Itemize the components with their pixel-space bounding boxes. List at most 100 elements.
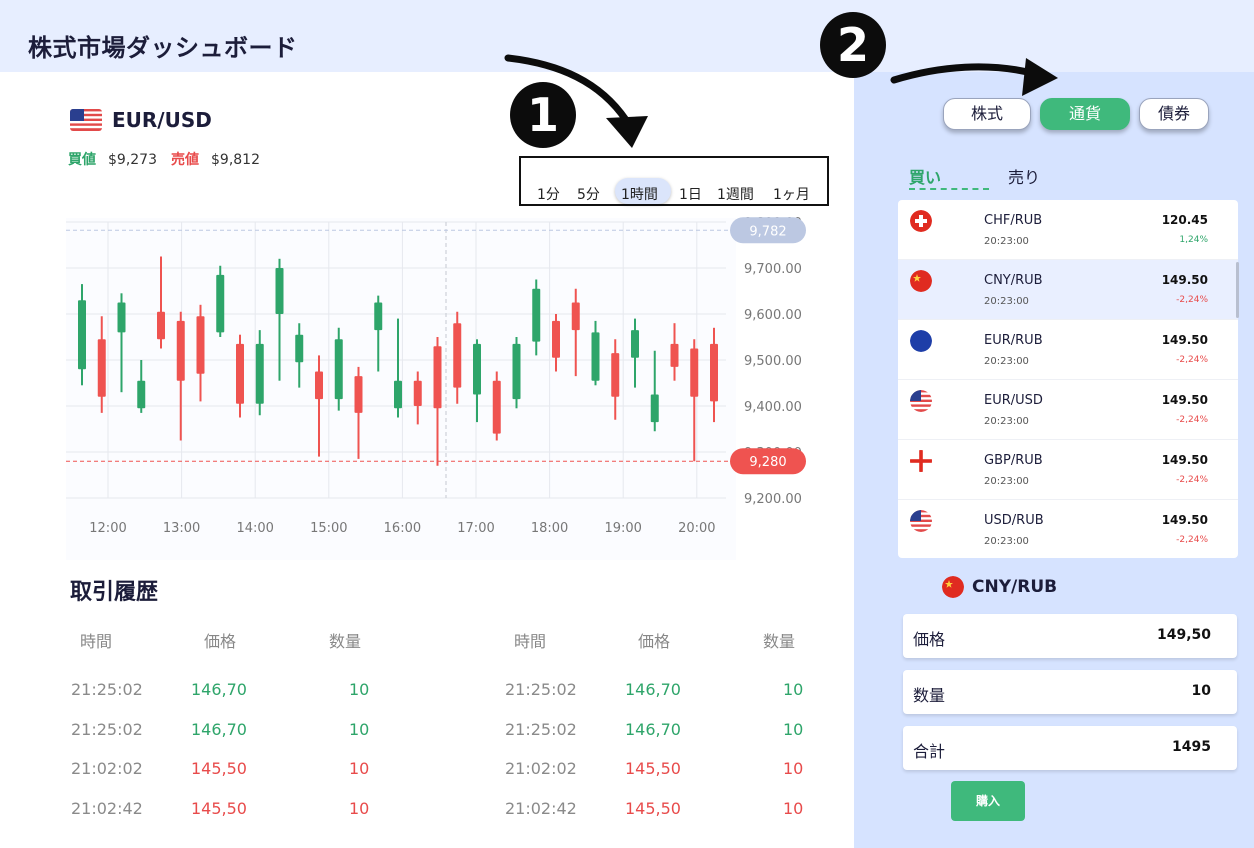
current-price-label: 9,280 <box>749 455 786 470</box>
quantity-field[interactable]: 数量 10 <box>903 670 1237 714</box>
trade-price: 145,50 <box>625 798 681 818</box>
pair-change: -2,24% <box>1176 475 1208 485</box>
pair-row-gbp-rub[interactable]: GBP/RUB 20:23:00 149.50 -2,24% <box>898 440 1238 500</box>
candle-body <box>97 339 106 397</box>
pair-row-usd-rub[interactable]: USD/RUB 20:23:00 149.50 -2,24% <box>898 500 1238 558</box>
tab-buy[interactable]: 買い <box>909 164 941 188</box>
col-price: 価格 <box>204 632 237 651</box>
trade-time: 21:25:02 <box>505 719 577 739</box>
arrow-2-head-icon <box>1022 58 1058 96</box>
trade-row: 21:02:42 145,50 10 <box>505 799 845 819</box>
pair-change: -2,24% <box>1176 355 1208 365</box>
pair-price: 149.50 <box>1161 333 1208 347</box>
pair-price: 149.50 <box>1161 273 1208 287</box>
x-tick-label: 15:00 <box>310 521 347 536</box>
arrow-1-icon <box>504 54 630 124</box>
candle-body <box>631 330 639 358</box>
pair-time: 20:23:00 <box>984 416 1029 427</box>
col-qty: 数量 <box>763 632 796 651</box>
candle-body <box>532 288 541 342</box>
trade-price: 146,70 <box>191 680 247 699</box>
y-tick-label: 9,600.00 <box>744 308 802 323</box>
pair-list-scrollbar[interactable] <box>1236 262 1239 318</box>
trade-row: 21:25:02 146,70 10 <box>505 720 845 740</box>
candle-body <box>650 394 659 423</box>
price-chart[interactable]: 9,800.009,700.009,600.009,500.009,400.00… <box>0 200 854 560</box>
candle-body <box>315 371 323 400</box>
swiss-flag-icon <box>910 210 932 232</box>
x-tick-label: 17:00 <box>457 521 494 536</box>
trade-price: 146,70 <box>625 680 681 699</box>
trade-qty: 10 <box>783 719 804 739</box>
pair-price: 120.45 <box>1161 213 1208 227</box>
candle-body <box>236 343 244 404</box>
buy-button[interactable]: 購入 <box>951 781 1025 821</box>
trade-row: 21:02:42 145,50 10 <box>71 799 411 819</box>
trade-history-title: 取引履歴 <box>70 580 159 605</box>
trade-qty: 10 <box>783 759 804 778</box>
price-field[interactable]: 価格 149,50 <box>903 614 1237 658</box>
candle-body <box>196 316 205 374</box>
pair-change: -2,24% <box>1176 415 1208 425</box>
trade-qty: 10 <box>783 680 804 699</box>
china-flag-icon <box>942 576 964 598</box>
col-price: 価格 <box>638 632 671 651</box>
x-tick-label: 13:00 <box>163 521 200 536</box>
x-tick-label: 18:00 <box>531 521 568 536</box>
total-field: 合計 1495 <box>903 726 1237 770</box>
pair-change: -2,24% <box>1176 535 1208 545</box>
pair-price: 149.50 <box>1161 513 1208 527</box>
trade-row: 21:02:02 145,50 10 <box>505 759 845 779</box>
trade-price: 145,50 <box>191 798 247 818</box>
arrow-2-icon <box>890 63 1040 84</box>
candle-body <box>670 343 679 367</box>
quantity-value[interactable]: 10 <box>1192 683 1211 699</box>
pair-name: USD/RUB <box>984 513 1044 528</box>
trade-rows-right: 21:25:02 146,70 10 21:25:02 146,70 10 21:02:02… <box>505 680 845 830</box>
candle-body <box>275 268 284 314</box>
currency-pair-list[interactable]: CHF/RUB 20:23:00 120.45 1,24% CNY/RUB 20:23:0… <box>898 200 1238 558</box>
y-tick-label: 9,500.00 <box>744 354 802 369</box>
tab-currencies[interactable]: 通貨 <box>1040 98 1130 130</box>
pair-price: 149.50 <box>1161 453 1208 467</box>
pair-row-eur-rub[interactable]: EUR/RUB 20:23:00 149.50 -2,24% <box>898 320 1238 380</box>
pair-row-chf-rub[interactable]: CHF/RUB 20:23:00 120.45 1,24% <box>898 200 1238 260</box>
pair-time: 20:23:00 <box>984 236 1029 247</box>
trade-price: 146,70 <box>191 719 247 739</box>
price-value[interactable]: 149,50 <box>1157 627 1211 643</box>
candle-body <box>78 300 86 370</box>
trade-rows-left: 21:25:02 146,70 10 21:25:02 146,70 10 21:02:02… <box>71 680 411 830</box>
quantity-label: 数量 <box>913 686 946 705</box>
trade-time: 21:02:42 <box>71 798 143 818</box>
candle-body <box>137 380 146 409</box>
candle-body <box>117 302 126 333</box>
pair-time: 20:23:00 <box>984 536 1029 547</box>
total-label: 合計 <box>913 742 946 761</box>
trade-time: 21:25:02 <box>71 719 143 739</box>
x-tick-label: 19:00 <box>604 521 641 536</box>
china-flag-icon <box>910 270 932 292</box>
trade-price: 145,50 <box>625 759 681 778</box>
tab-sell[interactable]: 売り <box>1008 164 1040 188</box>
high-price-label: 9,782 <box>749 224 786 239</box>
candle-body <box>453 323 462 388</box>
pair-row-cny-rub[interactable]: CNY/RUB 20:23:00 149.50 -2,24% <box>898 260 1238 320</box>
pair-row-eur-usd[interactable]: EUR/USD 20:23:00 149.50 -2,24% <box>898 380 1238 440</box>
candle-body <box>611 353 620 397</box>
trade-price: 146,70 <box>625 719 681 739</box>
trade-row: 21:25:02 146,70 10 <box>71 680 411 700</box>
candle-body <box>374 302 383 331</box>
trade-time: 21:25:02 <box>505 680 577 699</box>
tab-buy-underline <box>909 188 989 190</box>
x-tick-label: 12:00 <box>89 521 126 536</box>
pair-name: EUR/RUB <box>984 333 1043 348</box>
tab-bonds[interactable]: 債券 <box>1139 98 1209 130</box>
pair-name: GBP/RUB <box>984 453 1043 468</box>
trade-row: 21:25:02 146,70 10 <box>71 720 411 740</box>
x-tick-label: 16:00 <box>384 521 421 536</box>
candle-body <box>492 380 501 434</box>
eu-flag-icon <box>910 330 932 352</box>
candle-body <box>512 343 521 400</box>
price-label: 価格 <box>913 630 946 649</box>
tab-stocks[interactable]: 株式 <box>943 98 1031 130</box>
